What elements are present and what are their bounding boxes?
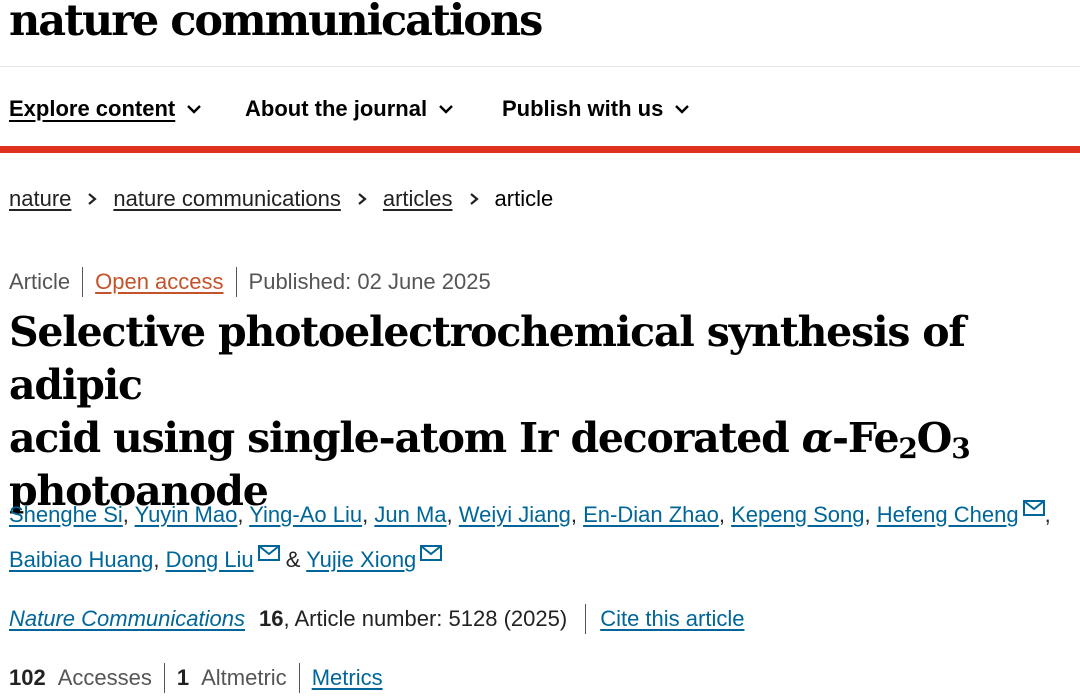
article-meta: Article Open access Published: 02 June 2… [9, 267, 491, 297]
chevron-down-icon [675, 105, 690, 114]
nav-explore-content[interactable]: Explore content [9, 96, 203, 122]
title-fe-subscript: 2 [898, 432, 918, 465]
nav-item-label: Publish with us [502, 96, 664, 121]
envelope-icon[interactable] [420, 545, 443, 561]
nav-item-label: Explore content [9, 96, 176, 121]
author-link[interactable]: Yujie Xiong [306, 547, 416, 572]
chevron-right-icon [88, 193, 98, 205]
author-separator: , [446, 502, 453, 527]
author-link[interactable]: Yuyin Mao [135, 502, 238, 527]
title-line-2: acid using single-atom Ir decorated [9, 414, 802, 462]
breadcrumb: nature nature communications articles ar… [9, 186, 553, 212]
chevron-right-icon [358, 193, 367, 205]
nav-item-label: About the journal [245, 96, 428, 121]
author-link[interactable]: Shenghe Si [9, 502, 123, 527]
article-number: , Article number: 5128 (2025) [283, 606, 568, 631]
author-link[interactable]: Weiyi Jiang [459, 502, 571, 527]
author-separator: , [570, 502, 577, 527]
site-logo[interactable]: nature communications [9, 0, 543, 46]
nav-publish-with-us[interactable]: Publish with us [502, 96, 691, 122]
citation-line: Nature Communications 16 , Article numbe… [9, 604, 744, 634]
author-link[interactable]: Jun Ma [374, 502, 446, 527]
author-separator: , [718, 502, 725, 527]
metrics-link[interactable]: Metrics [312, 665, 383, 691]
accesses-label: Accesses [57, 665, 152, 690]
author-link[interactable]: Hefeng Cheng [877, 502, 1019, 527]
breadcrumb-link-nature[interactable]: nature [9, 186, 71, 212]
chevron-down-icon [187, 105, 202, 114]
title-alpha: α [801, 414, 834, 462]
author-separator: , [362, 502, 369, 527]
title-line-1: Selective photoelectrochemical synthesis… [9, 308, 966, 409]
envelope-icon[interactable] [257, 545, 280, 561]
accesses-count: 102 [9, 665, 46, 690]
author-link[interactable]: Kepeng Song [731, 502, 864, 527]
author-separator: , [237, 502, 244, 527]
chevron-right-icon [469, 193, 479, 205]
chevron-down-icon [439, 105, 453, 114]
author-list: Shenghe Si, Yuyin Mao, Ying-Ao Liu, Jun … [9, 492, 1077, 582]
divider [163, 663, 165, 693]
title-o-subscript: 3 [951, 432, 971, 465]
envelope-icon[interactable] [1022, 500, 1045, 516]
author-separator: , [153, 547, 160, 572]
breadcrumb-link-nature-communications[interactable]: nature communications [113, 186, 340, 212]
metrics-bar: 102 Accesses 1 Altmetric Metrics [9, 663, 383, 693]
breadcrumb-current: article [494, 186, 554, 211]
divider [235, 267, 237, 297]
article-title: Selective photoelectrochemical synthesis… [9, 306, 1069, 518]
title-o: O [916, 414, 953, 462]
author-separator: , [864, 502, 871, 527]
author-link[interactable]: Dong Liu [166, 547, 254, 572]
divider [585, 604, 587, 634]
author-separator: , [122, 502, 129, 527]
cite-this-article-link[interactable]: Cite this article [600, 606, 744, 632]
nav-about-journal[interactable]: About the journal [245, 96, 455, 122]
divider [298, 663, 300, 693]
article-type: Article [9, 269, 71, 294]
altmetric-label: Altmetric [201, 665, 287, 690]
volume-number: 16 [258, 606, 284, 631]
nav-accent-rule [0, 146, 1080, 153]
altmetric-count: 1 [176, 665, 190, 690]
main-nav: Explore content About the journal Publis… [0, 68, 1080, 148]
published-date: Published: 02 June 2025 [248, 269, 491, 294]
title-fe: -Fe [832, 414, 900, 462]
open-access-link[interactable]: Open access [95, 269, 223, 295]
author-link[interactable]: En-Dian Zhao [583, 502, 719, 527]
divider [82, 267, 84, 297]
author-separator: , [1044, 502, 1051, 527]
site-header: nature communications [0, 0, 1080, 67]
breadcrumb-link-articles[interactable]: articles [383, 186, 453, 212]
journal-link[interactable]: Nature Communications [9, 606, 245, 632]
author-joiner: & [285, 547, 301, 572]
author-link[interactable]: Baibiao Huang [9, 547, 153, 572]
author-link[interactable]: Ying-Ao Liu [249, 502, 362, 527]
